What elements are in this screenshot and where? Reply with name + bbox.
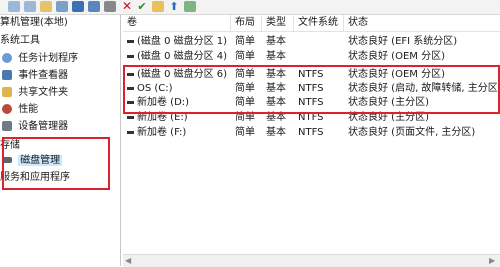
shared-folder-icon [2, 87, 12, 97]
volume-icon [127, 39, 134, 43]
annotation-box-disk-management [2, 137, 110, 190]
close-icon[interactable]: ✕ [121, 0, 133, 12]
cell-layout: 简单 [235, 51, 255, 62]
folder-up-icon[interactable] [152, 1, 164, 12]
column-header-volume[interactable]: 卷 [123, 15, 231, 31]
check-icon[interactable]: ✔ [136, 1, 148, 12]
device-manager-icon [2, 121, 12, 131]
cell-volume: (磁盘 0 磁盘分区 4) [123, 49, 231, 64]
tree-item-shared-folders[interactable]: 共享文件夹 [2, 85, 68, 101]
column-header-status[interactable]: 状态 [344, 15, 500, 31]
table-row[interactable]: (磁盘 0 磁盘分区 1) 简单 基本 状态良好 (EFI 系统分区) [123, 34, 500, 49]
tree-item-task-scheduler[interactable]: 任务计划程序 [2, 51, 78, 67]
tree-item-label: 任务计划程序 [18, 53, 79, 64]
cell-filesystem: NTFS [298, 127, 324, 138]
show-hide-icon[interactable] [88, 1, 100, 12]
tree-item-label: 算机管理(本地) [0, 17, 68, 28]
up-folder-icon[interactable] [40, 1, 52, 12]
cell-layout: 简单 [235, 127, 255, 138]
volume-name: (磁盘 0 磁盘分区 1) [137, 36, 228, 47]
help-icon[interactable] [72, 1, 84, 12]
tree-item-system-tools[interactable]: 系统工具 [0, 33, 40, 49]
cell-filesystem [294, 34, 344, 49]
cell-volume: (磁盘 0 磁盘分区 1) [123, 34, 231, 49]
connect-icon[interactable] [104, 1, 116, 12]
forward-icon[interactable] [24, 1, 36, 12]
properties-icon[interactable] [56, 1, 68, 12]
volume-icon [127, 130, 134, 134]
column-header-layout[interactable]: 布局 [231, 15, 262, 31]
tree-item-label: 共享文件夹 [18, 87, 69, 98]
cell-status: 状态良好 (页面文件, 主分区) [348, 127, 476, 138]
cell-volume: 新加卷 (F:) [123, 125, 231, 140]
refresh-icon[interactable] [184, 1, 196, 12]
volume-name: (磁盘 0 磁盘分区 4) [137, 51, 228, 62]
volume-icon [127, 54, 134, 58]
tree-item-event-viewer[interactable]: 事件查看器 [2, 68, 68, 84]
horizontal-scrollbar[interactable]: ◀ ▶ [123, 254, 500, 267]
scroll-right-icon[interactable]: ▶ [489, 256, 495, 265]
scroll-left-icon[interactable]: ◀ [125, 256, 131, 265]
event-viewer-icon [2, 70, 12, 80]
tree-item-device-manager[interactable]: 设备管理器 [2, 119, 68, 135]
column-header-type[interactable]: 类型 [262, 15, 294, 31]
tree-item-performance[interactable]: 性能 [2, 102, 38, 118]
list-header: 卷 布局 类型 文件系统 状态 [123, 15, 500, 32]
tree-item-label: 性能 [18, 104, 39, 115]
cell-filesystem [294, 49, 344, 64]
cell-layout: 简单 [235, 36, 255, 47]
volume-icon [127, 115, 134, 119]
clock-icon [2, 53, 12, 63]
table-row[interactable]: (磁盘 0 磁盘分区 4) 简单 基本 状态良好 (OEM 分区) [123, 49, 500, 64]
table-row[interactable]: 新加卷 (F:) 简单 基本 NTFS 状态良好 (页面文件, 主分区) [123, 125, 500, 140]
tree-item-label: 系统工具 [0, 35, 40, 46]
column-header-filesystem[interactable]: 文件系统 [294, 15, 344, 31]
back-icon[interactable] [8, 1, 20, 12]
volume-name: 新加卷 (F:) [137, 127, 187, 138]
performance-icon [2, 104, 12, 114]
cell-status: 状态良好 (EFI 系统分区) [348, 36, 458, 47]
tree-item-label: 事件查看器 [18, 70, 69, 81]
tree-item-computer-management[interactable]: 算机管理(本地) [0, 15, 68, 31]
toolbar: ✕ ✔ ⬆ [0, 0, 500, 15]
arrow-up-icon[interactable]: ⬆ [168, 1, 180, 12]
volume-list: 卷 布局 类型 文件系统 状态 (磁盘 0 磁盘分区 1) 简单 基本 状态良好… [123, 15, 500, 266]
cell-status: 状态良好 (OEM 分区) [348, 51, 445, 62]
tree-item-label: 设备管理器 [18, 121, 69, 132]
annotation-box-partitions [123, 65, 500, 114]
cell-type: 基本 [266, 36, 286, 47]
cell-type: 基本 [266, 127, 286, 138]
cell-type: 基本 [266, 51, 286, 62]
